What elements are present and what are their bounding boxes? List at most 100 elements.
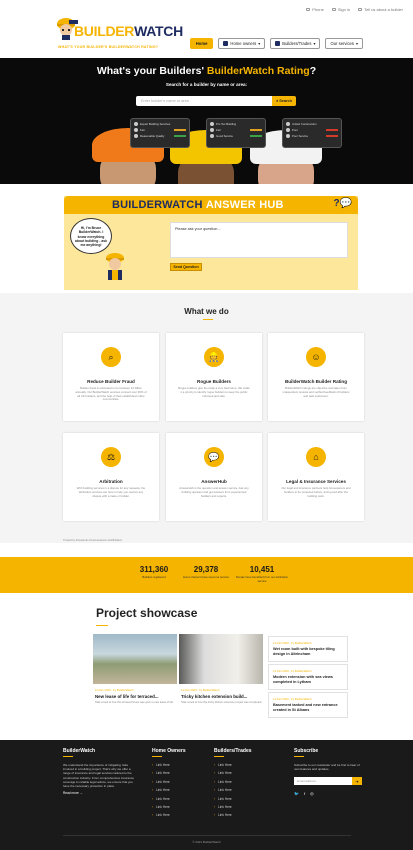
mascot-speech-bubble: Hi, I'm Bruce BuilderWatch. I know every… [70, 218, 112, 254]
project-image[interactable] [179, 634, 263, 684]
avatar [286, 122, 290, 126]
user-icon [331, 8, 336, 11]
page: Phone Sign in Tell us about a builder BU… [0, 0, 413, 850]
news-item[interactable]: 11 Dec 2020 - by BuilderWatch Wet room b… [268, 636, 348, 662]
search-input[interactable]: Enter builder's name or area [136, 96, 272, 106]
heading-underline [203, 319, 213, 320]
truck-icon [275, 41, 281, 46]
footer-link[interactable]: Link Here [152, 763, 186, 767]
brand-tagline: WHAT'S YOUR BUILDER'S BUILDERWATCH RATIN… [58, 45, 159, 49]
chevron-down-icon: ▾ [355, 41, 358, 46]
hero-title: What's your Builders' BuilderWatch Ratin… [96, 65, 317, 77]
email-field[interactable]: Email address [294, 777, 352, 786]
answer-hub: BUILDERWATCH ANSWER HUB ?💬 Hi, I'm Bruce… [64, 196, 358, 290]
nav-our-services[interactable]: Our services ▾ [325, 38, 363, 49]
project-card[interactable]: 11 Dec 2020 - by BuilderWatch New lease … [95, 688, 177, 704]
logo[interactable]: BUILDERWATCH WHAT'S YOUR BUILDER'S BUILD… [56, 14, 183, 54]
footer-link[interactable]: Link Here [214, 797, 252, 801]
service-card[interactable]: 👷 Rogue Builders Rogue builders give the… [166, 333, 262, 421]
chevron-down-icon: ▾ [258, 41, 261, 46]
stat-arbitration: 10,451 People have benefited from our arb… [235, 565, 289, 583]
trust-footnote: Trusted by thousands of Homeowners and B… [63, 539, 122, 542]
section-heading: What we do [184, 307, 229, 316]
rating-bar [250, 129, 262, 131]
rating-bar [174, 129, 186, 131]
avatar [210, 128, 214, 132]
stat-builders: 311,360 Builders registered [139, 565, 169, 579]
subscribe-button[interactable]: ➜ [352, 777, 362, 786]
footer-link[interactable]: Link Here [214, 805, 252, 809]
arrow-right-icon: → [79, 791, 83, 796]
site-footer: BuilderWatch We understand the importanc… [0, 740, 413, 850]
utility-tell-us[interactable]: Tell us about a builder [358, 7, 403, 12]
utility-phone[interactable]: Phone [306, 7, 324, 12]
chat-icon: 💬 [204, 447, 224, 467]
footer-about: BuilderWatch We understand the importanc… [63, 748, 137, 795]
nav-home[interactable]: Home [189, 38, 214, 49]
twitter-icon[interactable]: 🐦 [294, 791, 299, 796]
footer-link[interactable]: Link Here [214, 780, 252, 784]
avatar [210, 134, 214, 138]
search-button[interactable]: ⌕ Search [272, 96, 296, 106]
stat-home-owners: 29,378 Home Owners have used our service [182, 565, 229, 579]
footer-link[interactable]: Link Here [152, 788, 186, 792]
brand-name: BUILDERWATCH [74, 23, 183, 39]
footer-divider [63, 835, 351, 836]
question-bubble-icon: ?💬 [333, 198, 352, 209]
nav-builders-trades[interactable]: Builders/Trades ▾ [270, 38, 321, 49]
heading-underline [63, 756, 73, 757]
footer-link[interactable]: Link Here [214, 771, 252, 775]
service-card[interactable]: 💬 AnswerHub AnswerHub is the question an… [166, 433, 262, 521]
avatar [210, 122, 214, 126]
section-heading: Project showcase [96, 606, 198, 620]
service-card[interactable]: ☺ BuilderWatch Builder Rating BuilderWat… [268, 333, 364, 421]
footer-link[interactable]: Link Here [152, 771, 186, 775]
send-question-button[interactable]: Send Question [170, 263, 202, 271]
question-textarea[interactable]: Please ask your question... [170, 222, 348, 258]
footer-link[interactable]: Link Here [214, 813, 252, 817]
news-item[interactable]: 11 Dec 2020 - by BuilderWatch Basement t… [268, 692, 348, 718]
rating-bar [326, 129, 338, 131]
footer-link[interactable]: Link Here [152, 813, 186, 817]
project-image[interactable] [93, 634, 177, 684]
service-card[interactable]: ⌂ Legal & Insurance Services Our legal a… [268, 433, 364, 521]
avatar [134, 128, 138, 132]
search-icon: ⌕ [101, 347, 121, 367]
footer-link[interactable]: Link Here [152, 780, 186, 784]
rating-bar [174, 135, 186, 137]
rating-card: United Construction Poor Poor Service [282, 118, 342, 148]
nav-home-owners[interactable]: Home owners ▾ [218, 38, 266, 49]
what-we-do-section: What we do ⌕ Reduce Builder Fraud Builde… [0, 293, 413, 543]
footer-link[interactable]: Link Here [214, 763, 252, 767]
service-card[interactable]: ⌕ Reduce Builder Fraud Builder fraud is … [63, 333, 159, 421]
instagram-icon[interactable]: ◎ [310, 791, 314, 796]
footer-link[interactable]: Link Here [152, 805, 186, 809]
chevron-down-icon: ▾ [313, 41, 316, 46]
news-item[interactable]: 11 Dec 2020 - by BuilderWatch Modern ext… [268, 664, 348, 690]
footer-link[interactable]: Link Here [152, 797, 186, 801]
read-more-link[interactable]: Read more → [63, 791, 137, 795]
stats-band: 311,360 Builders registered 29,378 Home Ow… [0, 557, 413, 593]
newsletter-form: Email address ➜ [294, 777, 362, 786]
house-icon [223, 41, 229, 46]
utility-bar: Phone Sign in Tell us about a builder [306, 7, 403, 12]
building-icon [358, 8, 363, 11]
avatar [134, 134, 138, 138]
avatar [286, 128, 290, 132]
heading-underline [96, 625, 108, 626]
project-card[interactable]: 11 Dec 2020 - by BuilderWatch Tricky kit… [181, 688, 263, 704]
builder-search: Enter builder's name or area ⌕ Search [136, 96, 296, 106]
rating-card: Expert Building Services Fair Reasonable… [130, 118, 190, 148]
facebook-icon[interactable]: f [304, 791, 305, 796]
utility-sign-in[interactable]: Sign in [331, 7, 350, 12]
footer-link[interactable]: Link Here [214, 788, 252, 792]
service-card[interactable]: ⚖ Arbitration With building services in … [63, 433, 159, 521]
gavel-icon: ⚖ [101, 447, 121, 467]
hero-section: What's your Builders' BuilderWatch Ratin… [0, 58, 413, 184]
arrow-right-icon: ➜ [355, 778, 359, 784]
rating-bar [250, 135, 262, 137]
worker-icon: 👷 [204, 347, 224, 367]
house-hand-icon: ⌂ [306, 447, 326, 467]
smile-icon: ☺ [306, 347, 326, 367]
avatar [286, 134, 290, 138]
